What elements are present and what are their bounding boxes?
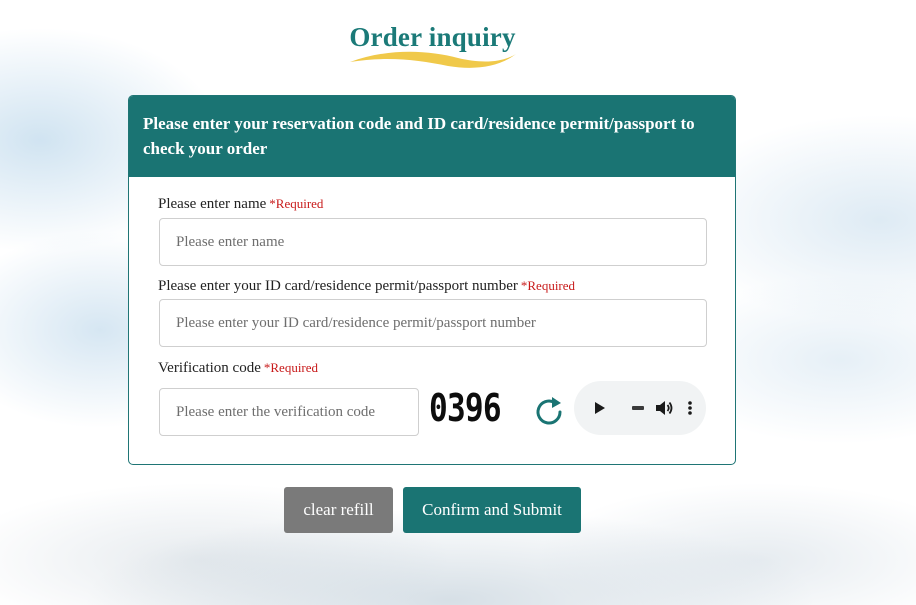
refresh-icon bbox=[536, 397, 562, 425]
id-number-input[interactable] bbox=[159, 299, 707, 347]
order-inquiry-form: Please enter your reservation code and I… bbox=[128, 95, 736, 465]
name-input[interactable] bbox=[159, 218, 707, 266]
id-number-label: Please enter your ID card/residence perm… bbox=[158, 278, 575, 295]
play-icon bbox=[595, 402, 605, 414]
progress-track-icon bbox=[632, 406, 644, 410]
captcha-image[interactable]: 0396 bbox=[429, 386, 502, 430]
volume-icon bbox=[656, 401, 673, 415]
id-number-label-text: Please enter your ID card/residence perm… bbox=[158, 278, 518, 294]
required-marker: *Required bbox=[263, 360, 319, 375]
name-label: Please enter name *Required bbox=[158, 196, 323, 213]
more-vert-icon bbox=[688, 401, 692, 415]
refresh-captcha-button[interactable] bbox=[532, 395, 566, 429]
title-block: Order inquiry bbox=[340, 20, 525, 74]
page-title: Order inquiry bbox=[349, 22, 516, 52]
required-marker: *Required bbox=[269, 196, 324, 211]
verification-label-text: Verification code bbox=[158, 360, 261, 376]
play-button[interactable] bbox=[588, 381, 612, 435]
clear-refill-button[interactable]: clear refill bbox=[284, 487, 393, 533]
name-label-text: Please enter name bbox=[158, 196, 267, 212]
form-header: Please enter your reservation code and I… bbox=[129, 96, 735, 177]
confirm-submit-button[interactable]: Confirm and Submit bbox=[403, 487, 581, 533]
progress-bar[interactable] bbox=[628, 381, 648, 435]
more-options-button[interactable] bbox=[682, 381, 698, 435]
captcha-audio-player[interactable] bbox=[574, 381, 706, 435]
required-marker: *Required bbox=[520, 278, 576, 293]
volume-button[interactable] bbox=[652, 381, 676, 435]
verification-label: Verification code *Required bbox=[158, 360, 318, 377]
verification-code-input[interactable] bbox=[159, 388, 419, 436]
